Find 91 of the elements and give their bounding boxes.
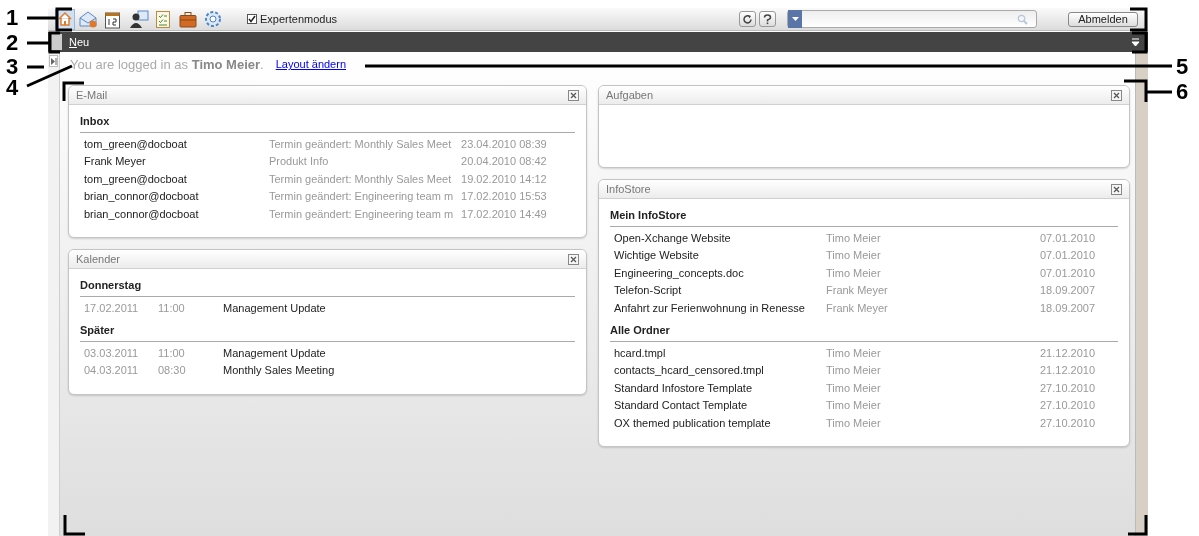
- search-icon: [1017, 13, 1028, 25]
- time-cell-text: 08:30: [157, 363, 187, 378]
- time-cell-text: 11:00: [157, 300, 186, 316]
- file-name-cell[interactable]: OX themed publication template: [610, 414, 822, 432]
- section-heading: Inbox: [80, 113, 575, 133]
- callout-number: 3: [6, 55, 19, 79]
- panel-title: Kalender: [76, 251, 121, 267]
- file-name-cell[interactable]: Engineering_concepts.doc: [610, 264, 822, 282]
- refresh-button[interactable]: [739, 11, 756, 27]
- subject-cell-text: Termin geändert: Monthly Sales Meet: [268, 171, 453, 187]
- file-name-cell[interactable]: Anfahrt zur Ferienwohnung in Renesse: [610, 299, 822, 317]
- new-menu-item[interactable]: Neu: [69, 33, 90, 51]
- search-field[interactable]: [787, 10, 1037, 28]
- date-cell-text: 07.01.2010: [1039, 230, 1097, 246]
- author-cell-text: Timo Meier: [825, 345, 882, 361]
- subject-cell-text: Termin geändert: Engineering team m: [268, 189, 455, 204]
- author-cell-text: Frank Meyer: [825, 300, 889, 316]
- close-icon[interactable]: [1111, 183, 1122, 195]
- subject-cell-text: Termin geändert: Monthly Sales Meet: [268, 136, 453, 152]
- sender-cell[interactable]: brian_connor@docboat: [80, 205, 265, 223]
- help-button[interactable]: [759, 11, 776, 27]
- close-icon[interactable]: [568, 89, 579, 101]
- expert-mode-checkbox[interactable]: [247, 14, 257, 24]
- event-title-cell-text: Management Update: [222, 345, 327, 361]
- briefcase-icon[interactable]: [179, 10, 197, 28]
- subject-cell-text: Termin geändert: Engineering team m: [268, 206, 455, 222]
- date-cell-text: 19.02.2010 14:12: [460, 171, 548, 187]
- checkbox-label[interactable]: Expertenmodus: [260, 10, 338, 28]
- author-cell-text: Timo Meier: [825, 230, 882, 246]
- dropdown-icon[interactable]: [1130, 36, 1141, 48]
- time-cell-text: 11:00: [157, 345, 186, 361]
- date-cell-text: 07.01.2010: [1039, 265, 1097, 281]
- author-cell-text: Timo Meier: [825, 248, 882, 263]
- date-cell-text: 17.02.2010 15:53: [460, 189, 548, 204]
- author-cell-text: Timo Meier: [825, 363, 882, 378]
- file-name-cell[interactable]: Open-Xchange Website: [610, 229, 822, 247]
- file-name-cell[interactable]: Wichtige Website: [610, 247, 822, 265]
- callout-number: 4: [6, 76, 19, 100]
- file-name-cell[interactable]: hcard.tmpl: [610, 344, 822, 362]
- date-cell-text: 20.04.2010 08:42: [460, 154, 548, 169]
- contacts-icon[interactable]: [129, 9, 149, 29]
- event-title-cell-text: Monthly Sales Meeting: [222, 363, 336, 378]
- dropdown-caret-icon[interactable]: [788, 10, 802, 28]
- date-cell-text: 21.12.2010: [1039, 345, 1097, 361]
- section-heading: Mein InfoStore: [610, 207, 1118, 227]
- file-name-cell[interactable]: Standard Infostore Template: [610, 379, 822, 397]
- logout-button[interactable]: Abmelden: [1068, 11, 1138, 27]
- file-name-cell[interactable]: Telefon-Script: [610, 282, 822, 300]
- sender-cell[interactable]: tom_green@docboat: [80, 135, 265, 153]
- author-cell-text: Timo Meier: [825, 380, 882, 396]
- close-icon[interactable]: [1111, 89, 1122, 101]
- file-name-cell[interactable]: contacts_hcard_censored.tmpl: [610, 362, 822, 380]
- sender-cell[interactable]: Frank Meyer: [80, 153, 265, 171]
- author-cell-text: Timo Meier: [825, 398, 882, 413]
- section-heading: Später: [80, 322, 575, 342]
- date-cell-text: 27.10.2010: [1039, 380, 1097, 396]
- date-cell-text: 27.10.2010: [1039, 415, 1097, 431]
- date-cell-text: 23.04.2010 08:39: [460, 136, 548, 152]
- subject-cell-text: Produkt Info: [268, 154, 330, 169]
- settings-icon[interactable]: [203, 9, 223, 29]
- callout-number: 5: [1176, 55, 1189, 79]
- panel-title: InfoStore: [606, 181, 651, 197]
- login-text: You are logged in as Timo Meier.: [70, 55, 264, 74]
- date-cell-text: 18.09.2007: [1039, 283, 1097, 298]
- callout-number: 6: [1176, 80, 1189, 104]
- callout-number: 1: [6, 6, 19, 30]
- date-cell-text: 07.01.2010: [1039, 248, 1097, 263]
- author-cell-text: Timo Meier: [825, 265, 882, 281]
- file-name-cell[interactable]: Standard Contact Template: [610, 397, 822, 415]
- event-title-cell-text: Management Update: [222, 300, 327, 316]
- panel-title: Aufgaben: [606, 87, 654, 103]
- section-heading: Donnerstag: [80, 277, 575, 297]
- callout-number: 2: [6, 31, 19, 55]
- author-cell-text: Frank Meyer: [825, 283, 889, 298]
- date-cell-text: 17.02.2010 14:49: [460, 206, 548, 222]
- refresh-icon: [742, 13, 753, 25]
- expand-sidebar-icon[interactable]: [49, 55, 58, 67]
- calendar-icon[interactable]: [104, 9, 121, 29]
- author-cell-text: Timo Meier: [825, 415, 882, 431]
- close-icon[interactable]: [568, 253, 579, 265]
- help-icon: [763, 13, 772, 25]
- change-layout-link[interactable]: Layout ändern: [275, 56, 347, 73]
- checkmark-icon: [248, 15, 256, 23]
- date-cell-text: 27.10.2010: [1039, 398, 1097, 413]
- sender-cell[interactable]: tom_green@docboat: [80, 170, 265, 188]
- checklist-icon[interactable]: [155, 9, 171, 29]
- date-cell-text: 21.12.2010: [1039, 363, 1097, 378]
- sender-cell[interactable]: brian_connor@docboat: [80, 188, 265, 206]
- panel-title: E-Mail: [76, 87, 108, 103]
- date-cell-text: 18.09.2007: [1039, 300, 1097, 316]
- section-heading: Alle Ordner: [610, 322, 1118, 342]
